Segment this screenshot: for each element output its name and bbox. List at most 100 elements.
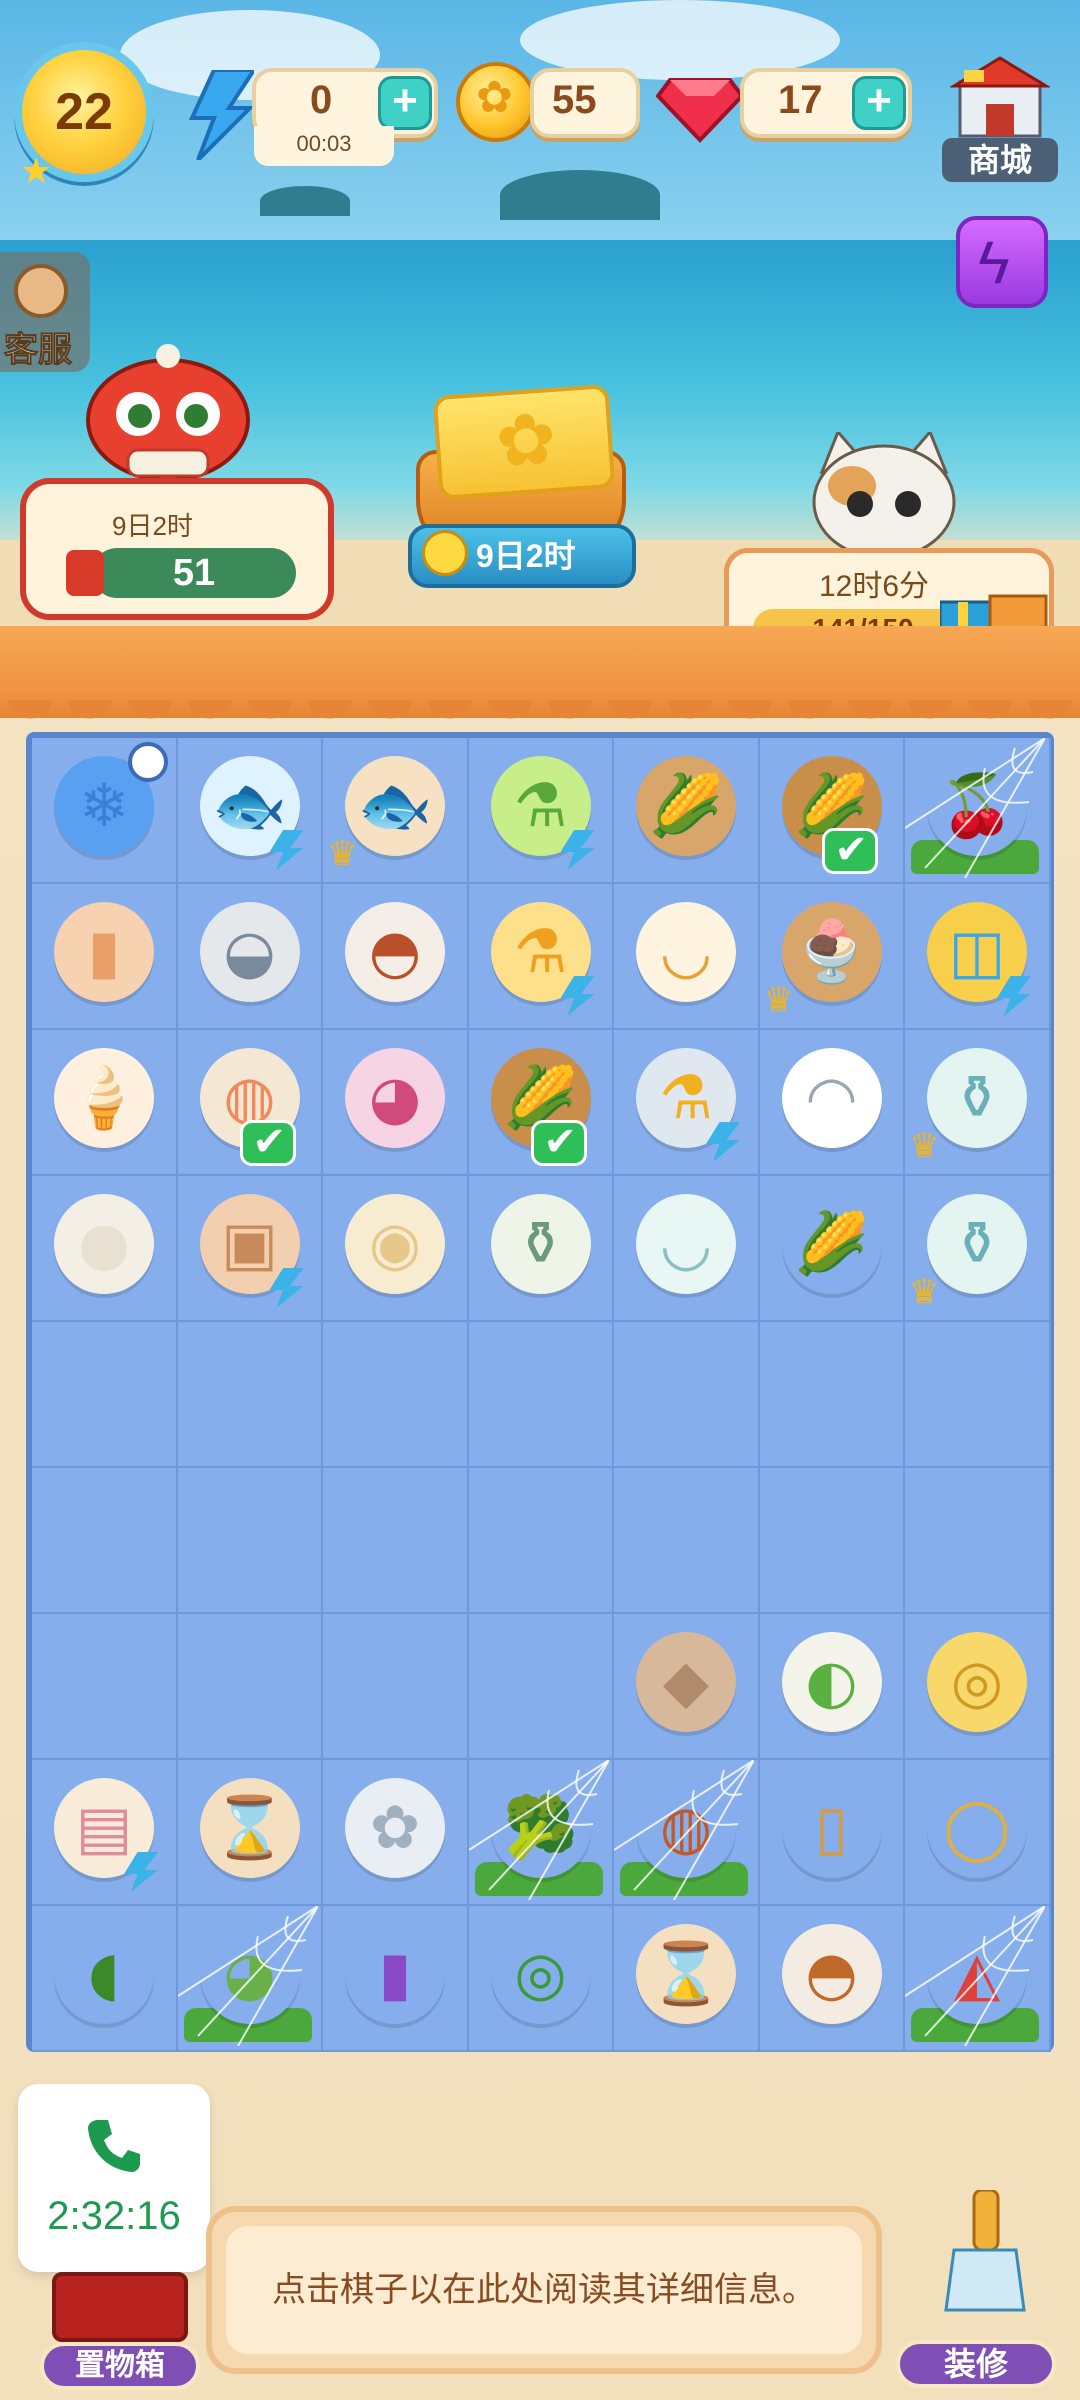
lion-dance-icon[interactable] xyxy=(78,340,258,488)
flower-bowl-icon[interactable]: ✿ xyxy=(345,1778,445,1878)
board-cell[interactable] xyxy=(468,1322,614,1468)
board-cell[interactable]: ◯ xyxy=(905,1760,1051,1906)
board-cell[interactable] xyxy=(468,1614,614,1760)
board-cell[interactable]: ◓ xyxy=(323,884,469,1030)
board-cell[interactable]: ◠ xyxy=(759,1030,905,1176)
teacup-icon[interactable]: ◡ xyxy=(636,1194,736,1294)
board-cell[interactable] xyxy=(177,1322,323,1468)
gem-counter[interactable]: 17 + xyxy=(740,68,912,138)
board-cell[interactable] xyxy=(759,1322,905,1468)
board-cell[interactable]: ⌛ xyxy=(177,1760,323,1906)
board-cell[interactable]: ◭ xyxy=(905,1906,1051,2052)
juice-squeezer-icon[interactable]: ◐ xyxy=(781,1632,882,1732)
board-cell[interactable]: 🌽 xyxy=(614,738,760,884)
board-cell[interactable]: ▤ xyxy=(32,1760,178,1906)
garlic-icon[interactable]: ● xyxy=(54,1194,154,1294)
board-cell[interactable]: ◒ xyxy=(177,884,323,1030)
hourglass-icon[interactable]: ⌛ xyxy=(636,1924,736,2024)
board-cell[interactable]: ◎ xyxy=(905,1614,1051,1760)
stew-dish-icon[interactable]: ◓ xyxy=(345,902,445,1002)
cloth-bundle-icon[interactable]: ◆ xyxy=(636,1632,736,1732)
strainer-icon[interactable]: ◯ xyxy=(927,1778,1027,1878)
tea-set-icon[interactable]: ⚱ xyxy=(927,1194,1027,1294)
customer-service-button[interactable]: 客服 xyxy=(0,252,90,372)
tea-bowl-icon[interactable]: ◠ xyxy=(781,1048,882,1148)
board-cell[interactable]: ◖ xyxy=(32,1906,178,2052)
cat-icon[interactable] xyxy=(804,432,964,560)
board-cell[interactable]: 🥦 xyxy=(468,1760,614,1906)
coin-dispenser-icon[interactable]: ◎ xyxy=(927,1632,1027,1732)
corn-basket-icon[interactable]: 🌽 xyxy=(636,756,736,856)
board-cell[interactable]: ◎ xyxy=(468,1906,614,2052)
board-cell[interactable] xyxy=(32,1322,178,1468)
board-cell[interactable]: ◫ xyxy=(905,884,1051,1030)
board-cell[interactable] xyxy=(323,1322,469,1468)
board-cell[interactable] xyxy=(32,1468,178,1614)
board-cell[interactable]: 🍦 xyxy=(32,1030,178,1176)
oysters-icon[interactable]: ◒ xyxy=(199,902,300,1002)
bottle-icon[interactable]: ▮ xyxy=(345,1924,445,2024)
ice-cream-cone-icon[interactable]: 🍦 xyxy=(54,1048,154,1148)
board-cell[interactable]: ▯ xyxy=(759,1760,905,1906)
noodle-bowl-icon[interactable]: ◕ xyxy=(345,1048,445,1148)
call-indicator[interactable]: 2:32:16 xyxy=(18,2084,210,2272)
board-cell[interactable] xyxy=(468,1468,614,1614)
board-cell[interactable] xyxy=(323,1614,469,1760)
board-cell[interactable]: ▮ xyxy=(32,884,178,1030)
fish-platter-icon[interactable]: 🐟 xyxy=(345,756,445,856)
board-cell[interactable] xyxy=(614,1322,760,1468)
board-cell[interactable]: ⚱ ♛ xyxy=(905,1176,1051,1322)
board-cell[interactable]: ◐ xyxy=(759,1614,905,1760)
board-cell[interactable]: ✿ xyxy=(323,1760,469,1906)
board-cell[interactable]: ◓ xyxy=(759,1906,905,2052)
board-cell[interactable]: ❄ xyxy=(32,738,178,884)
cucumber-icon[interactable]: ◖ xyxy=(54,1924,154,2024)
spatula-icon[interactable]: ▯ xyxy=(781,1778,882,1878)
board-cell[interactable]: 🐟 xyxy=(177,738,323,884)
board-cell[interactable]: ◍ xyxy=(177,1030,323,1176)
board-cell[interactable]: ⚱ xyxy=(468,1176,614,1322)
board-cell[interactable]: ▣ xyxy=(177,1176,323,1322)
board-cell[interactable]: 🐟 ♛ xyxy=(323,738,469,884)
roast-chicken-icon[interactable]: ◓ xyxy=(781,1924,882,2024)
board-cell[interactable]: ◍ xyxy=(614,1760,760,1906)
board-cell[interactable]: ⚗ xyxy=(468,884,614,1030)
board-cell[interactable]: 🌽 xyxy=(759,1176,905,1322)
board-cell[interactable]: ◆ xyxy=(614,1614,760,1760)
board-cell[interactable] xyxy=(614,1468,760,1614)
popsicle-icon[interactable]: ▮ xyxy=(54,902,154,1002)
board-cell[interactable] xyxy=(177,1614,323,1760)
ice-cream-cup-icon[interactable]: 🍨 xyxy=(781,902,882,1002)
board-cell[interactable]: ⌛ xyxy=(614,1906,760,2052)
bun-icon[interactable]: ◉ xyxy=(345,1194,445,1294)
peas-icon[interactable]: ◎ xyxy=(490,1924,591,2024)
board-cell[interactable] xyxy=(759,1468,905,1614)
board-cell[interactable]: ⚱ ♛ xyxy=(905,1030,1051,1176)
shop-button[interactable]: 商城 xyxy=(940,52,1060,182)
decorate-button[interactable]: 装修 xyxy=(896,2190,1066,2396)
board-cell[interactable]: ◡ xyxy=(614,1176,760,1322)
board-cell[interactable]: 🌽 xyxy=(468,1030,614,1176)
board-cell[interactable] xyxy=(32,1614,178,1760)
board-cell[interactable]: ▮ xyxy=(323,1906,469,2052)
lion-event-card[interactable]: 9日2时 51 xyxy=(20,478,334,620)
board-cell[interactable] xyxy=(905,1468,1051,1614)
vase-icon[interactable]: ⚱ xyxy=(490,1194,591,1294)
board-cell[interactable]: ⚗ xyxy=(468,738,614,884)
tea-set-icon[interactable]: ⚱ xyxy=(927,1048,1027,1148)
add-energy-button[interactable]: + xyxy=(378,76,432,130)
soup-bowl-icon[interactable]: ◡ xyxy=(636,902,736,1002)
board-cell[interactable]: ◉ xyxy=(323,1176,469,1322)
hourglass-icon[interactable]: ⌛ xyxy=(199,1778,300,1878)
storage-chest-button[interactable]: 置物箱 xyxy=(40,2272,200,2400)
corn-cob-icon[interactable]: 🌽 xyxy=(781,1194,882,1294)
board-cell[interactable]: ◕ xyxy=(323,1030,469,1176)
board-cell[interactable]: 🍒 xyxy=(905,738,1051,884)
energy-boost-button[interactable]: ϟ xyxy=(956,216,1048,308)
add-gems-button[interactable]: + xyxy=(852,76,906,130)
board-cell[interactable]: ◕ xyxy=(177,1906,323,2052)
coin-counter[interactable]: 55 xyxy=(530,68,640,138)
board-cell[interactable]: 🍨 ♛ xyxy=(759,884,905,1030)
board-cell[interactable]: ● xyxy=(32,1176,178,1322)
board-cell[interactable]: ⚗ xyxy=(614,1030,760,1176)
